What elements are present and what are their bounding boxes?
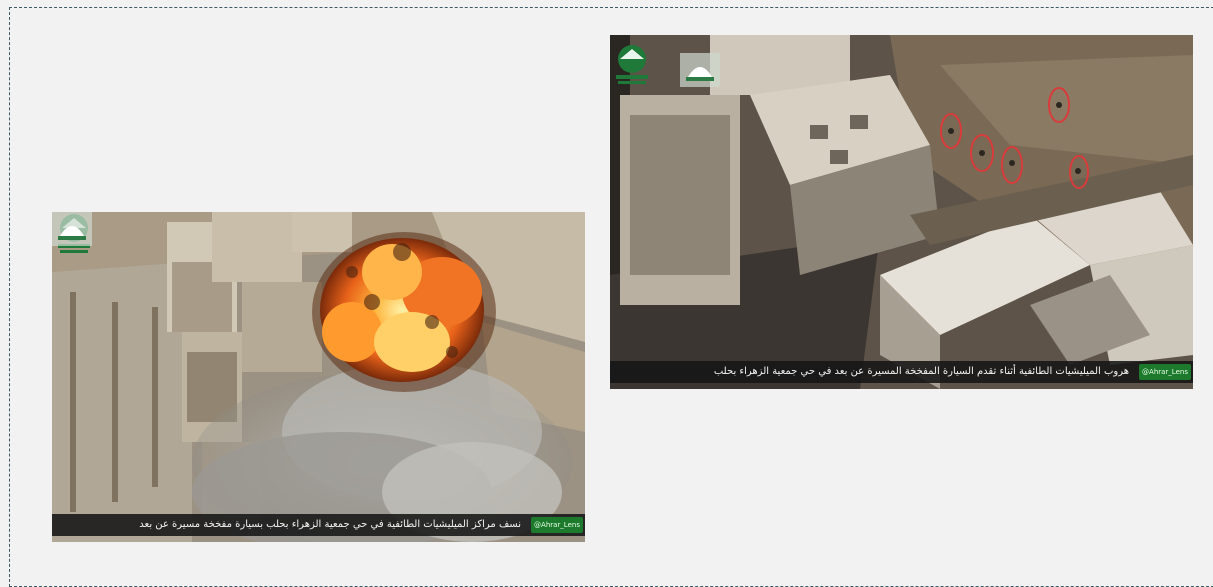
caption-bar: نسف مراكز الميليشيات الطائفية في حي جمعي…: [52, 514, 585, 536]
caption-bar: هروب الميليشيات الطائفية أثناء تقدم السي…: [610, 361, 1193, 383]
explosion-scene: [52, 212, 585, 542]
caption-text: هروب الميليشيات الطائفية أثناء تقدم السي…: [713, 366, 1129, 377]
group-emblem-icon: [52, 212, 92, 246]
caption-text: نسف مراكز الميليشيات الطائفية في حي جمعي…: [139, 519, 521, 530]
group-emblem-icon: [680, 53, 720, 87]
aerial-scene: [610, 35, 1193, 389]
faction-logo-icon: [616, 45, 648, 84]
fleeing-militia-photo: هروب الميليشيات الطائفية أثناء تقدم السي…: [610, 35, 1193, 389]
explosion-photo: نسف مراكز الميليشيات الطائفية في حي جمعي…: [52, 212, 585, 542]
handle-badge: @Ahrar_Lens: [1139, 364, 1191, 380]
handle-badge: @Ahrar_Lens: [531, 517, 583, 533]
